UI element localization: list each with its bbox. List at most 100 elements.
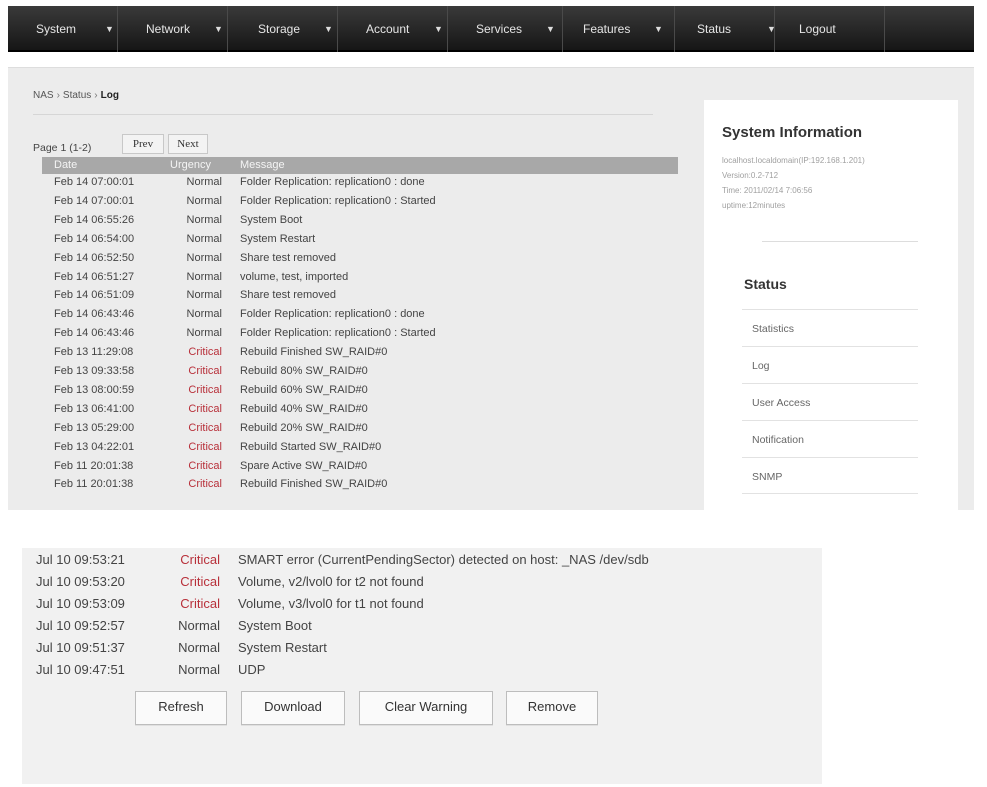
chevron-down-icon: ▼ (546, 24, 555, 34)
lower-log-panel: Jul 10 09:53:21 Critical SMART error (Curr… (22, 548, 822, 784)
log-date: Feb 13 05:29:00 (54, 421, 135, 434)
log-urgency: Normal (186, 270, 222, 283)
log-urgency: Critical (188, 459, 222, 472)
sidebar-link-user-access[interactable]: User Access (742, 383, 918, 420)
table-row: Feb 14 06:51:27 Normal volume, test, impor… (42, 269, 678, 287)
log-date: Jul 10 09:53:21 (36, 552, 125, 567)
nav-item-logout[interactable]: Logout (775, 6, 885, 52)
system-info-time: Time: 2011/02/14 7:06:56 (722, 186, 813, 195)
top-navbar: System ▼ Network ▼ Storage ▼ Account ▼ S… (8, 6, 974, 52)
sidebar-link-label: SNMP (752, 471, 783, 483)
table-row: Jul 10 09:51:37 Normal System Restart (22, 637, 782, 659)
sidebar-link-statistics[interactable]: Statistics (742, 309, 918, 346)
log-message: Rebuild 80% SW_RAID#0 (240, 365, 368, 377)
log-urgency: Normal (186, 176, 222, 188)
chevron-down-icon: ▼ (654, 24, 663, 34)
download-button[interactable]: Download (241, 691, 345, 725)
log-message: Rebuild 20% SW_RAID#0 (240, 421, 368, 434)
log-date: Feb 13 08:00:59 (54, 383, 135, 396)
nav-item-label: System (36, 22, 77, 36)
nav-item-label: Account (366, 22, 410, 36)
log-message: Folder Replication: replication0 : Start… (240, 194, 436, 207)
nav-item-label: Logout (799, 22, 836, 36)
sidebar-link-label: Notification (752, 434, 804, 446)
page-indicator: Page 1 (1-2) (33, 142, 92, 154)
log-date: Feb 14 07:00:01 (54, 194, 135, 207)
table-row: Feb 13 09:33:58 Critical Rebuild 80% SW_RA… (42, 363, 678, 381)
chevron-down-icon: ▼ (214, 24, 223, 34)
column-header-urgency: Urgency (170, 159, 211, 171)
table-row: Jul 10 09:53:21 Critical SMART error (Curr… (22, 549, 782, 571)
table-row: Feb 14 06:55:26 Normal System Boot (42, 212, 678, 230)
nav-item-account[interactable]: Account ▼ (338, 6, 448, 52)
log-urgency: Normal (186, 213, 222, 226)
nav-item-status[interactable]: Status ▼ (675, 6, 776, 52)
nav-item-label: Storage (258, 22, 301, 36)
table-row: Feb 14 07:00:01 Normal Folder Replication:… (42, 174, 678, 192)
clear-warning-button[interactable]: Clear Warning (359, 691, 493, 725)
log-message: Rebuild 60% SW_RAID#0 (240, 383, 368, 396)
nav-item-system[interactable]: System ▼ (8, 6, 118, 52)
sidebar-link-snmp[interactable]: SNMP (742, 457, 918, 494)
log-message: Folder Replication: replication0 : done (240, 308, 425, 321)
log-message: Rebuild Finished SW_RAID#0 (240, 346, 388, 359)
log-message: volume, test, imported (240, 270, 349, 283)
table-row: Jul 10 09:53:20 Critical Volume, v2/lvol0 … (22, 571, 782, 593)
log-table-header: Date Urgency Message (42, 157, 678, 174)
log-urgency: Critical (188, 421, 222, 434)
log-message: Volume, v3/lvol0 for t1 not found (238, 596, 424, 611)
log-message: Share test removed (240, 251, 336, 264)
breadcrumb-item[interactable]: Status (63, 90, 91, 101)
breadcrumb-separator: › (56, 90, 60, 101)
sidebar-link-log[interactable]: Log (742, 346, 918, 383)
log-message: Rebuild Finished SW_RAID#0 (240, 478, 388, 491)
nav-item-label: Status (697, 22, 732, 36)
table-row: Feb 13 11:29:08 Critical Rebuild Finished … (42, 344, 678, 362)
log-date: Feb 14 07:00:01 (54, 176, 135, 188)
log-date: Feb 11 20:01:38 (54, 459, 134, 472)
nav-item-network[interactable]: Network ▼ (118, 6, 228, 52)
log-urgency: Critical (188, 478, 222, 491)
log-date: Feb 13 11:29:08 (54, 346, 134, 359)
prev-button[interactable]: Prev (122, 134, 164, 154)
chevron-down-icon: ▼ (105, 24, 114, 34)
remove-button[interactable]: Remove (506, 691, 598, 725)
sidebar-link-label: Statistics (752, 323, 795, 335)
log-urgency: Normal (186, 289, 222, 302)
system-info-version: Version:0.2-712 (722, 171, 779, 180)
log-urgency: Critical (188, 346, 222, 359)
chevron-down-icon: ▼ (434, 24, 443, 34)
chevron-down-icon: ▼ (324, 24, 333, 34)
nav-item-label: Services (476, 22, 523, 36)
table-row: Jul 10 09:52:57 Normal System Boot (22, 615, 782, 637)
table-row: Jul 10 09:47:51 Normal UDP (22, 659, 782, 681)
system-info-sidebar: System Information localhost.localdomain… (704, 100, 958, 511)
sidebar-link-label: User Access (752, 397, 811, 409)
system-info-title: System Information (722, 124, 863, 141)
log-date: Feb 14 06:51:27 (54, 270, 135, 283)
breadcrumb: NAS › Status › Log (33, 90, 119, 101)
table-row: Feb 11 20:01:38 Critical Spare Active SW_R… (42, 458, 678, 476)
log-urgency: Critical (188, 365, 222, 377)
refresh-button[interactable]: Refresh (135, 691, 227, 725)
log-date: Feb 11 20:01:38 (54, 478, 134, 491)
table-row: Jul 10 09:53:09 Critical Volume, v3/lvol0 … (22, 593, 782, 615)
nav-item-storage[interactable]: Storage ▼ (228, 6, 338, 52)
sidebar-link-notification[interactable]: Notification (742, 420, 918, 457)
breadcrumb-current: Log (100, 90, 119, 101)
log-message: Folder Replication: replication0 : Start… (240, 327, 436, 340)
main-content: NAS › Status › Log Page 1 (1-2) Prev Next Da… (8, 67, 974, 511)
next-button[interactable]: Next (168, 134, 208, 154)
log-message: Share test removed (240, 289, 336, 302)
breadcrumb-item[interactable]: NAS (33, 90, 54, 101)
log-urgency: Critical (180, 552, 220, 567)
log-message: Spare Active SW_RAID#0 (240, 459, 368, 472)
table-row: Feb 13 05:29:00 Critical Rebuild 20% SW_RA… (42, 420, 678, 438)
table-row: Feb 14 06:52:50 Normal Share test removed (42, 250, 678, 268)
log-urgency: Normal (178, 618, 220, 633)
nav-item-services[interactable]: Services ▼ (448, 6, 563, 52)
nav-item-features[interactable]: Features ▼ (563, 6, 675, 52)
table-row: Feb 13 06:41:00 Critical Rebuild 40% SW_RA… (42, 401, 678, 419)
log-urgency: Normal (178, 640, 220, 655)
log-urgency: Normal (186, 194, 222, 207)
